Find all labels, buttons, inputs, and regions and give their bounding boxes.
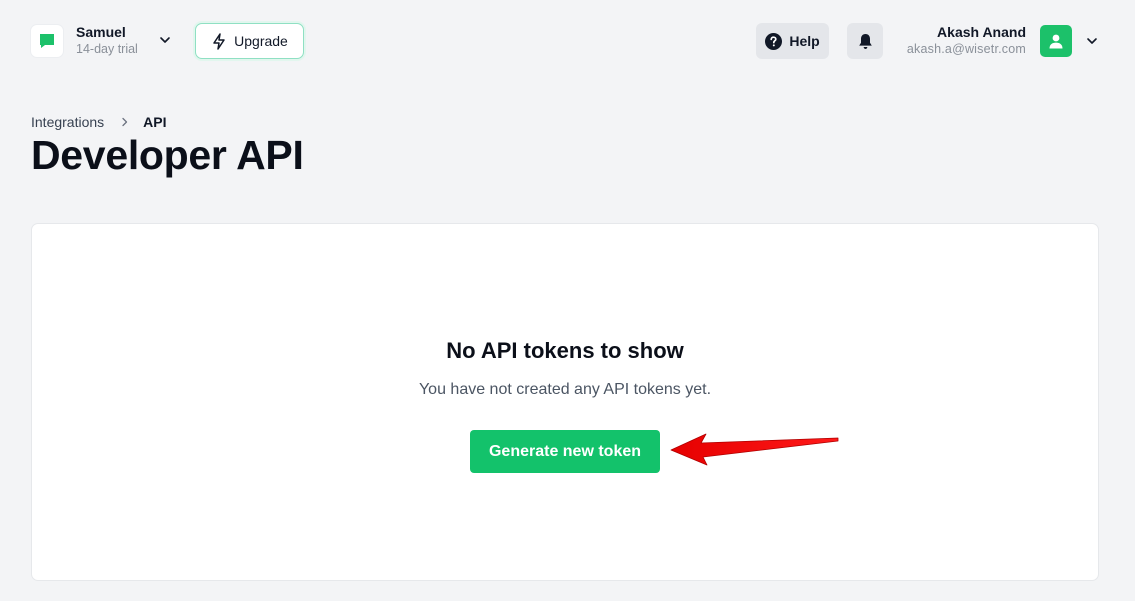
workspace-name: Samuel: [76, 24, 126, 40]
generate-token-button[interactable]: Generate new token: [470, 430, 660, 473]
help-label: Help: [789, 33, 820, 49]
user-icon: [1049, 34, 1063, 49]
chevron-right-icon: [122, 117, 128, 127]
empty-state-description: You have not created any API tokens yet.: [418, 381, 712, 398]
question-circle-icon: [765, 32, 783, 50]
bell-icon: [858, 33, 872, 49]
empty-state-title: No API tokens to show: [446, 338, 684, 363]
upgrade-label: Upgrade: [234, 33, 288, 49]
page-title: Developer API: [31, 132, 304, 178]
chevron-down-icon[interactable]: [1085, 34, 1099, 48]
help-button[interactable]: Help: [756, 23, 829, 59]
api-tokens-card: No API tokens to show You have not creat…: [31, 223, 1099, 581]
notifications-button[interactable]: [847, 23, 883, 59]
avatar[interactable]: [1040, 25, 1072, 57]
user-email: akash.a@wisetr.com: [906, 42, 1026, 56]
chevron-down-icon[interactable]: [158, 33, 172, 47]
workspace-logo[interactable]: [31, 25, 63, 57]
workspace-plan: 14-day trial: [76, 42, 138, 56]
breadcrumb-integrations-link[interactable]: Integrations: [31, 114, 104, 130]
chat-bubble-icon: [40, 34, 54, 48]
user-name: Akash Anand: [937, 24, 1026, 40]
red-arrow-annotation: [670, 433, 839, 466]
breadcrumb-current: API: [143, 114, 167, 130]
lightning-bolt-icon: [213, 32, 225, 50]
top-bar: Samuel 14-day trial Upgrade Help Akash A…: [0, 0, 1135, 82]
upgrade-button[interactable]: Upgrade: [195, 23, 304, 59]
breadcrumb: Integrations API: [31, 114, 167, 130]
